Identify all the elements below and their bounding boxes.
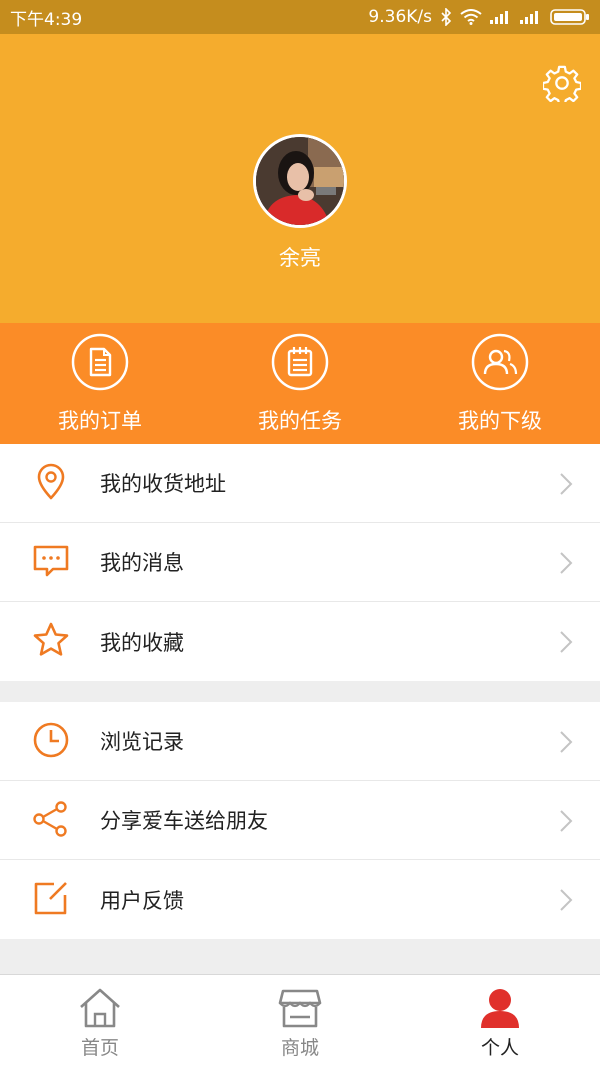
menu-feedback[interactable]: 用户反馈 — [0, 860, 600, 939]
order-doc-icon — [71, 333, 129, 391]
quick-my-orders[interactable]: 我的订单 — [0, 323, 200, 444]
share-icon — [33, 801, 67, 837]
status-indicators: 9.36K/s — [368, 7, 590, 27]
menu-browsing-history[interactable]: 浏览记录 — [0, 702, 600, 781]
menu-shipping-address[interactable]: 我的收货地址 — [0, 444, 600, 523]
chevron-right-icon — [560, 810, 573, 832]
menu-my-messages-label: 我的消息 — [100, 551, 184, 575]
menu-my-messages[interactable]: 我的消息 — [0, 523, 600, 602]
quick-my-team[interactable]: 我的下级 — [400, 323, 600, 444]
settings-gear-icon[interactable] — [543, 64, 581, 102]
tab-store-label: 商城 — [280, 1037, 319, 1059]
message-bubble-icon — [33, 545, 69, 577]
star-icon — [33, 622, 69, 656]
home-icon — [80, 988, 120, 1028]
menu-share-app-label: 分享爱车送给朋友 — [100, 809, 268, 833]
profile-header: 余亮 — [0, 34, 600, 323]
task-notepad-icon — [271, 333, 329, 391]
avatar-photo — [256, 137, 344, 225]
network-speed: 9.36K/s — [368, 7, 432, 27]
chevron-right-icon — [560, 889, 573, 911]
avatar[interactable] — [253, 134, 347, 228]
team-users-icon — [471, 333, 529, 391]
quick-my-tasks-label: 我的任务 — [258, 409, 342, 433]
status-time: 下午4:39 — [10, 9, 83, 30]
quick-my-orders-label: 我的订单 — [58, 409, 142, 433]
menu-group-account: 我的收货地址 我的消息 我的收藏 — [0, 444, 600, 681]
store-icon — [278, 989, 322, 1028]
chevron-right-icon — [560, 473, 573, 495]
menu-browsing-history-label: 浏览记录 — [100, 730, 184, 754]
location-pin-icon — [37, 463, 65, 500]
person-icon — [481, 989, 519, 1028]
chevron-right-icon — [560, 731, 573, 753]
chevron-right-icon — [560, 631, 573, 653]
tab-personal[interactable]: 个人 — [400, 975, 600, 1067]
clock-icon — [33, 722, 69, 758]
menu-feedback-label: 用户反馈 — [100, 888, 184, 913]
chevron-right-icon — [560, 552, 573, 574]
menu-group-other: 浏览记录 分享爱车送给朋友 用户反馈 — [0, 702, 600, 939]
bottom-tab-bar: 首页 商城 个人 — [0, 974, 600, 1067]
tab-home-label: 首页 — [80, 1037, 119, 1059]
bluetooth-icon — [441, 8, 452, 26]
tab-personal-label: 个人 — [480, 1037, 519, 1059]
menu-shipping-address-label: 我的收货地址 — [100, 472, 226, 496]
battery-icon — [550, 9, 589, 25]
signal-icon — [490, 11, 508, 24]
wifi-icon — [460, 9, 482, 25]
username: 余亮 — [279, 246, 321, 270]
quick-my-team-label: 我的下级 — [458, 409, 542, 433]
tab-home[interactable]: 首页 — [0, 975, 200, 1067]
menu-my-favorites-label: 我的收藏 — [100, 630, 184, 655]
status-bar: 下午4:39 9.36K/s — [0, 0, 600, 34]
signal-icon-2 — [520, 11, 538, 24]
quick-actions-bar: 我的订单 我的任务 我的下级 — [0, 323, 600, 444]
menu-share-app[interactable]: 分享爱车送给朋友 — [0, 781, 600, 860]
tab-store[interactable]: 商城 — [200, 975, 400, 1067]
feedback-edit-icon — [34, 882, 67, 915]
menu-my-favorites[interactable]: 我的收藏 — [0, 602, 600, 681]
quick-my-tasks[interactable]: 我的任务 — [200, 323, 400, 444]
